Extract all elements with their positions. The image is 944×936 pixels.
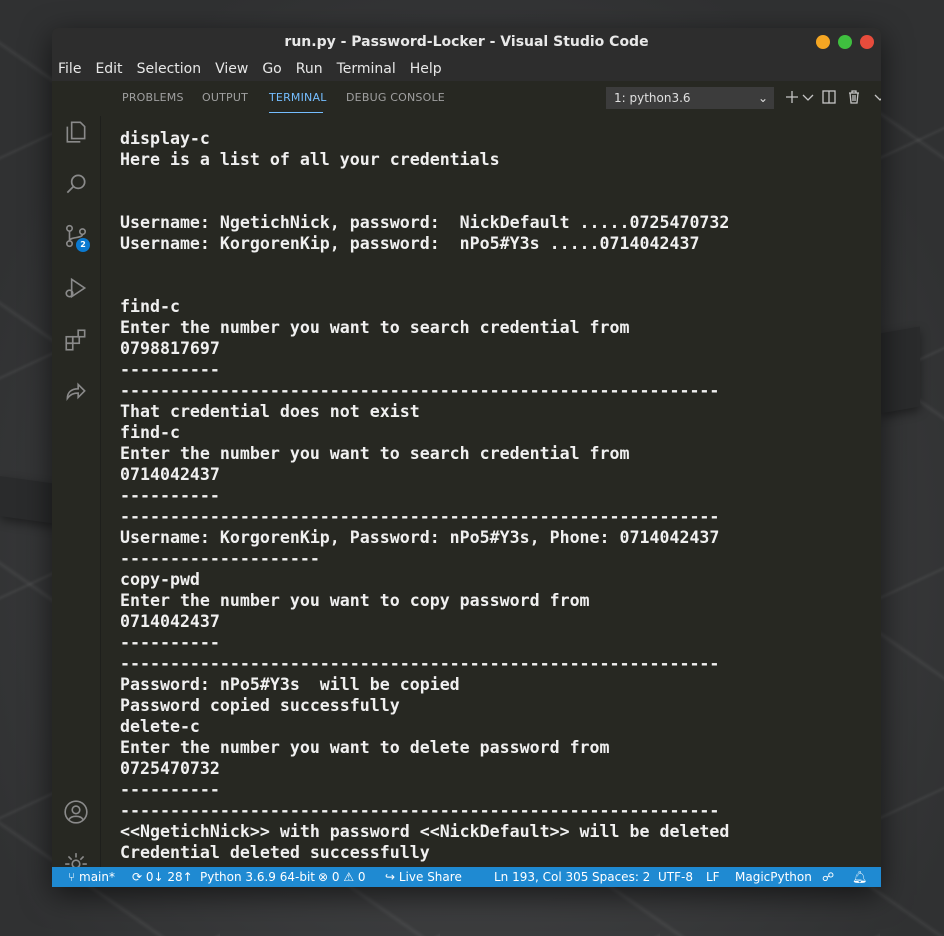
close-button[interactable] — [860, 35, 874, 49]
notifications-bell-icon[interactable]: 🔔︎ — [852, 867, 867, 887]
terminal-selector[interactable]: 1: python3.6 ⌄ — [606, 87, 774, 109]
tab-problems[interactable]: PROBLEMS — [122, 91, 184, 104]
cursor-position[interactable]: Ln 193, Col 305 — [494, 867, 588, 887]
menu-terminal[interactable]: Terminal — [330, 61, 403, 77]
terminal-line: ----------------------------------------… — [120, 654, 720, 673]
terminal-line: 0714042437 — [120, 612, 220, 631]
terminal-line: Credential deleted successfully — [120, 843, 430, 862]
tab-output[interactable]: OUTPUT — [202, 91, 248, 104]
branch-indicator[interactable]: ⑂ main* — [68, 867, 115, 887]
sync-indicator[interactable]: ⟳ 0↓ 28↑ — [132, 867, 193, 887]
terminal-line: Enter the number you want to search cred… — [120, 444, 630, 463]
terminal-line: ----------------------------------------… — [120, 507, 720, 526]
menu-go[interactable]: Go — [255, 61, 288, 77]
terminal-line: Here is a list of all your credentials — [120, 150, 500, 169]
terminal-line: ----------------------------------------… — [120, 801, 720, 820]
terminal-line: ---------- — [120, 360, 220, 379]
language-mode[interactable]: MagicPython — [735, 867, 812, 887]
run-debug-icon[interactable] — [63, 275, 89, 301]
sync-icon: ⟳ — [132, 870, 146, 884]
menu-bar: File Edit Selection View Go Run Terminal… — [52, 56, 881, 81]
terminal-line: ---------- — [120, 633, 220, 652]
window-title: run.py - Password-Locker - Visual Studio… — [284, 34, 649, 50]
branch-name: main* — [79, 870, 115, 884]
live-share-label: Live Share — [398, 870, 462, 884]
git-branch-icon: ⑂ — [68, 870, 80, 884]
panel-header: PROBLEMS OUTPUT TERMINAL DEBUG CONSOLE 1… — [100, 81, 881, 116]
source-control-badge: 2 — [76, 238, 90, 252]
chevron-down-icon: ⌄ — [757, 91, 768, 105]
terminal-line: display-c — [120, 129, 210, 148]
tab-terminal[interactable]: TERMINAL — [269, 91, 327, 104]
split-terminal-icon[interactable] — [821, 89, 837, 105]
terminal-line: Username: KorgorenKip, password: nPo5#Y3… — [120, 234, 700, 253]
menu-file[interactable]: File — [52, 61, 88, 77]
feedback-icon[interactable]: ☍ — [822, 867, 834, 887]
maximize-button[interactable] — [838, 35, 852, 49]
live-share-status[interactable]: ↪ Live Share — [385, 867, 462, 887]
python-interpreter[interactable]: Python 3.6.9 64-bit — [200, 867, 315, 887]
activity-bar: 2 1 — [52, 81, 101, 881]
active-tab-indicator — [269, 112, 323, 113]
terminal-output[interactable]: display-c Here is a list of all your cred… — [120, 128, 870, 866]
menu-run[interactable]: Run — [289, 61, 330, 77]
terminal-selector-value: 1: python3.6 — [614, 91, 691, 105]
extensions-icon[interactable] — [63, 327, 89, 353]
terminal-line: -------------------- — [120, 549, 320, 568]
end-of-line[interactable]: LF — [706, 867, 720, 887]
terminal-line: ----------------------------------------… — [120, 381, 720, 400]
terminal-line: Enter the number you want to search cred… — [120, 318, 630, 337]
error-icon: ⊗ — [318, 870, 332, 884]
menu-view[interactable]: View — [208, 61, 255, 77]
terminal-line: Username: NgetichNick, password: NickDef… — [120, 213, 730, 232]
explorer-icon[interactable] — [63, 119, 89, 145]
terminal-line: Enter the number you want to copy passwo… — [120, 591, 590, 610]
sync-status: 0↓ 28↑ — [145, 870, 193, 884]
terminal-line: 0798817697 — [120, 339, 220, 358]
terminal-line: find-c — [120, 423, 180, 442]
terminal-line: Password: nPo5#Y3s will be copied — [120, 675, 460, 694]
terminal-line: delete-c — [120, 717, 200, 736]
terminal-dropdown-chevron-icon[interactable] — [800, 89, 814, 105]
terminal-line: 0714042437 — [120, 465, 220, 484]
desktop-slab-left — [0, 476, 56, 524]
minimize-button[interactable] — [816, 35, 830, 49]
terminal-line: Enter the number you want to delete pass… — [120, 738, 610, 757]
warning-count: 0 — [357, 870, 366, 884]
terminal-line: That credential does not exist — [120, 402, 420, 421]
terminal-line: Password copied successfully — [120, 696, 400, 715]
warning-icon: ⚠ — [343, 870, 358, 884]
menu-edit[interactable]: Edit — [88, 61, 129, 77]
live-share-icon[interactable] — [63, 379, 89, 405]
terminal-line: 0725470732 — [120, 759, 220, 778]
new-terminal-icon[interactable] — [784, 89, 800, 105]
menu-help[interactable]: Help — [403, 61, 449, 77]
desktop-slab-right — [880, 326, 920, 414]
indentation[interactable]: Spaces: 2 — [592, 867, 650, 887]
account-icon[interactable] — [63, 799, 89, 825]
status-bar: ⑂ main* ⟳ 0↓ 28↑ Python 3.6.9 64-bit ⊗ 0… — [52, 867, 881, 887]
menu-selection[interactable]: Selection — [130, 61, 209, 77]
search-icon[interactable] — [63, 171, 89, 197]
trash-icon[interactable] — [846, 89, 862, 105]
title-bar: run.py - Password-Locker - Visual Studio… — [52, 28, 881, 56]
terminal-line: Username: KorgorenKip, Password: nPo5#Y3… — [120, 528, 720, 547]
maximize-panel-chevron-icon[interactable] — [872, 89, 881, 105]
terminal-line: ---------- — [120, 780, 220, 799]
terminal-line: copy-pwd — [120, 570, 200, 589]
terminal-line: find-c — [120, 297, 180, 316]
vscode-window: run.py - Password-Locker - Visual Studio… — [52, 28, 881, 887]
tab-debug-console[interactable]: DEBUG CONSOLE — [346, 91, 445, 104]
terminal-line: <<NgetichNick>> with password <<NickDefa… — [120, 822, 730, 841]
encoding[interactable]: UTF-8 — [658, 867, 693, 887]
live-share-small-icon: ↪ — [385, 870, 399, 884]
terminal-line: ---------- — [120, 486, 220, 505]
error-count: 0 — [331, 870, 340, 884]
problems-indicator[interactable]: ⊗ 0 ⚠ 0 — [318, 867, 366, 887]
